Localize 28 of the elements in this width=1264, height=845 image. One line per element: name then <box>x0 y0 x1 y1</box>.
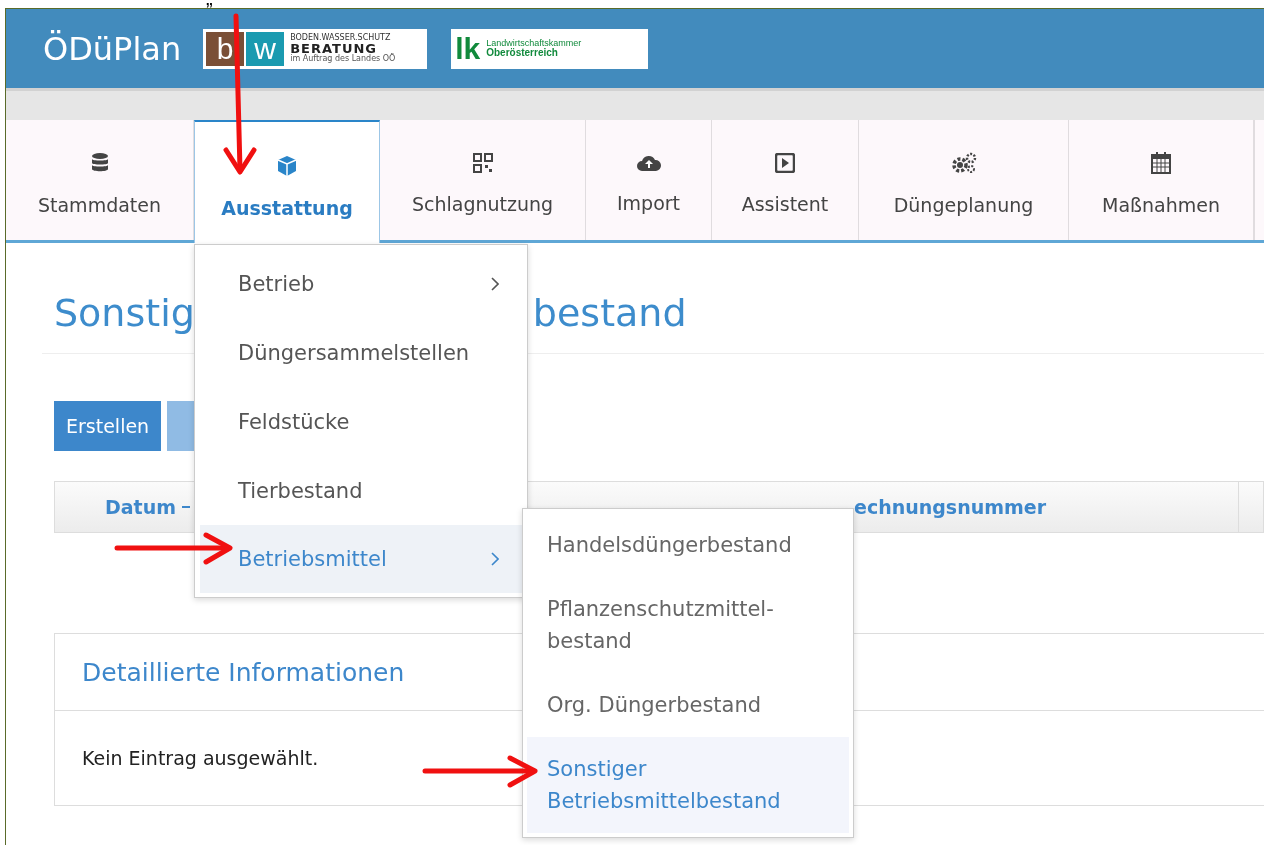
panel-title: Detaillierte Informationen <box>82 657 405 687</box>
play-icon <box>775 153 795 173</box>
calendar-icon <box>1151 152 1171 174</box>
submenu-item[interactable]: Org. Düngerbestand <box>527 673 849 737</box>
database-icon <box>89 152 110 174</box>
qr-code-icon <box>472 153 493 173</box>
menu-item[interactable]: Tierbestand <box>200 456 527 525</box>
menu-item[interactable]: Betrieb <box>200 249 527 318</box>
caption-text: „ <box>206 0 213 8</box>
submenu-item[interactable]: Handelsdüngerbestand <box>527 513 849 577</box>
gears-icon <box>950 152 977 174</box>
logo: b w BODEN.WASSER.SCHUTZ BERATUNG im Auftrag des Landes OÖ <box>203 28 428 69</box>
page-title: bestand <box>532 291 687 335</box>
submenu-item[interactable]: Pflanzenschutzmittel-bestand <box>527 577 849 673</box>
cloud-upload-icon <box>635 154 662 172</box>
app-title: ÖDüPlan <box>43 29 182 68</box>
menu-item[interactable]: Feldstücke <box>200 387 527 456</box>
nav-tab[interactable]: Ausstattung <box>194 120 380 243</box>
nav-tab[interactable]: Düngeplanung <box>859 120 1069 240</box>
nav-tab[interactable]: Maßnahmen <box>1069 120 1254 240</box>
nav-tab[interactable]: Import <box>586 120 712 240</box>
nav-tab[interactable]: Schlagnutzung <box>380 120 586 240</box>
menu-item[interactable]: Düngersammelstellen <box>200 318 527 387</box>
empty-message: Kein Eintrag ausgewählt. <box>82 747 319 769</box>
cube-icon <box>276 154 298 177</box>
page-title: Sonstig <box>54 291 195 335</box>
nav-tab[interactable]: Assistent <box>712 120 859 240</box>
create-button[interactable]: Erstellen <box>54 401 162 451</box>
